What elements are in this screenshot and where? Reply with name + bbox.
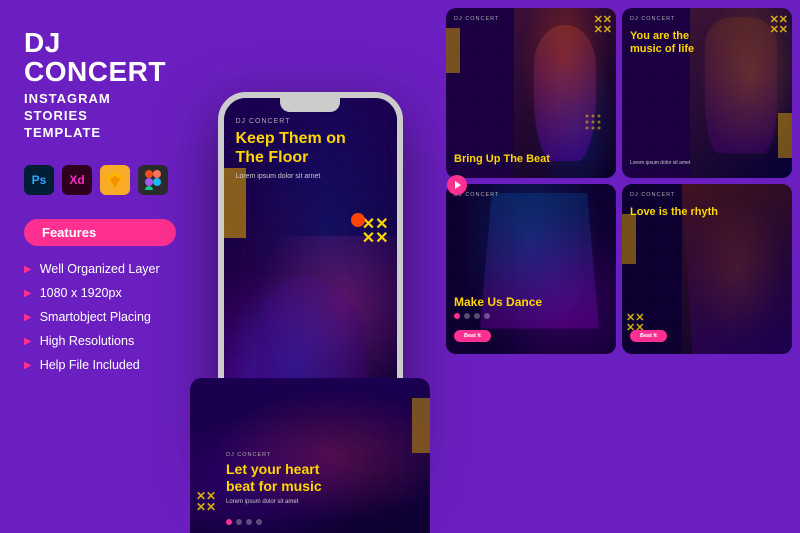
card2-gold-rect: [778, 113, 792, 158]
card1-gold-rect: [446, 28, 460, 73]
icons-row: Ps Xd: [24, 165, 176, 195]
bullet-arrow-1: ▶: [24, 264, 32, 275]
card1-title: Bring Up The Beat: [454, 153, 608, 166]
feature-item-5: ▶ Help File Included: [24, 358, 176, 372]
card4-button[interactable]: Beat It: [630, 330, 667, 342]
bottom-center-card: ✕✕✕✕ DJ CONCERT Let your heart beat for …: [190, 378, 430, 533]
bottom-card-xx: ✕✕✕✕: [196, 491, 216, 513]
left-panel: DJ CONCERT INSTAGRAM STORIES TEMPLATE Ps…: [0, 0, 200, 533]
bottom-card-gold-rect: [412, 398, 430, 453]
ps-icon: Ps: [24, 165, 54, 195]
story-card-2: ✕✕✕✕ DJ CONCERT You are the music of lif…: [622, 8, 792, 178]
bullet-arrow-4: ▶: [24, 336, 32, 347]
card4-title: Love is the rhyth: [630, 206, 724, 219]
card2-title: You are the music of life: [630, 30, 715, 56]
xd-icon: Xd: [62, 165, 92, 195]
phone-notch: [280, 98, 340, 112]
bottom-card-dots: [226, 519, 262, 525]
phone-orange-dot: [351, 213, 365, 227]
card1-dot-grid: [584, 113, 614, 148]
phone-heading: Keep Them on The Floor: [236, 129, 385, 167]
story-card-1: ✕✕✕✕ DJ CONCERT Bring Up The Beat: [446, 8, 616, 178]
bullet-arrow-2: ▶: [24, 288, 32, 299]
bullet-arrow-3: ▶: [24, 312, 32, 323]
bullet-arrow-5: ▶: [24, 360, 32, 371]
card2-xx: ✕✕✕✕: [770, 16, 788, 36]
card2-sub: Lorem ipsum dolor sit amet: [630, 160, 715, 166]
figma-icon: [138, 165, 168, 195]
bottom-card-label: DJ CONCERT: [226, 452, 402, 458]
bottom-card-heading: Let your heart beat for music: [226, 461, 402, 495]
feature-item-4: ▶ High Resolutions: [24, 334, 176, 348]
story-card-3: DJ CONCERT Make Us Dance Beat It: [446, 184, 616, 354]
bottom-dot-4: [256, 519, 262, 525]
phone-content: DJ CONCERT Keep Them on The Floor Lorem …: [236, 118, 385, 190]
bottom-dot-3: [246, 519, 252, 525]
phone-xx-marks: ✕✕✕✕: [362, 218, 389, 247]
bottom-dot-2: [236, 519, 242, 525]
card3-photo: [446, 184, 616, 354]
feature-item-1: ▶ Well Organized Layer: [24, 262, 176, 276]
card3-dots: [454, 313, 490, 319]
c3-dot-3: [474, 313, 480, 319]
phone-subtext: Lorem ipsum dolor sit arnet: [236, 173, 385, 180]
phone-dj-label: DJ CONCERT: [236, 118, 385, 125]
card2-label: DJ CONCERT: [630, 16, 675, 22]
play-icon: [453, 181, 461, 189]
bottom-card-text: DJ CONCERT Let your heart beat for music…: [226, 452, 402, 505]
sub-title: INSTAGRAM STORIES TEMPLATE: [24, 91, 176, 142]
bottom-card-subtext: Lorem ipsum dolor sit amet: [226, 499, 402, 505]
c3-dot-4: [484, 313, 490, 319]
right-cards-grid: ✕✕✕✕ DJ CONCERT Bring Up The Beat ✕✕✕✕ D…: [438, 0, 800, 533]
bottom-dot-1: [226, 519, 232, 525]
bottom-center-card-inner: ✕✕✕✕ DJ CONCERT Let your heart beat for …: [190, 378, 430, 533]
card1-xx: ✕✕✕✕: [594, 16, 612, 36]
features-list: ▶ Well Organized Layer ▶ 1080 x 1920px ▶…: [24, 262, 176, 372]
play-button-float[interactable]: [447, 175, 467, 195]
card1-label: DJ CONCERT: [454, 16, 499, 22]
story-card-4: ✕✕✕✕ DJ CONCERT Love is the rhyth Beat I…: [622, 184, 792, 354]
card3-button[interactable]: Beat It: [454, 330, 491, 342]
c3-dot-2: [464, 313, 470, 319]
c3-dot-1: [454, 313, 460, 319]
card4-gold-rect: [622, 214, 636, 264]
features-badge: Features: [24, 219, 176, 246]
card4-label: DJ CONCERT: [630, 192, 675, 198]
card3-title: Make Us Dance: [454, 295, 608, 309]
sketch-icon: [100, 165, 130, 195]
main-title: DJ CONCERT: [24, 28, 176, 87]
feature-item-2: ▶ 1080 x 1920px: [24, 286, 176, 300]
feature-item-3: ▶ Smartobject Placing: [24, 310, 176, 324]
